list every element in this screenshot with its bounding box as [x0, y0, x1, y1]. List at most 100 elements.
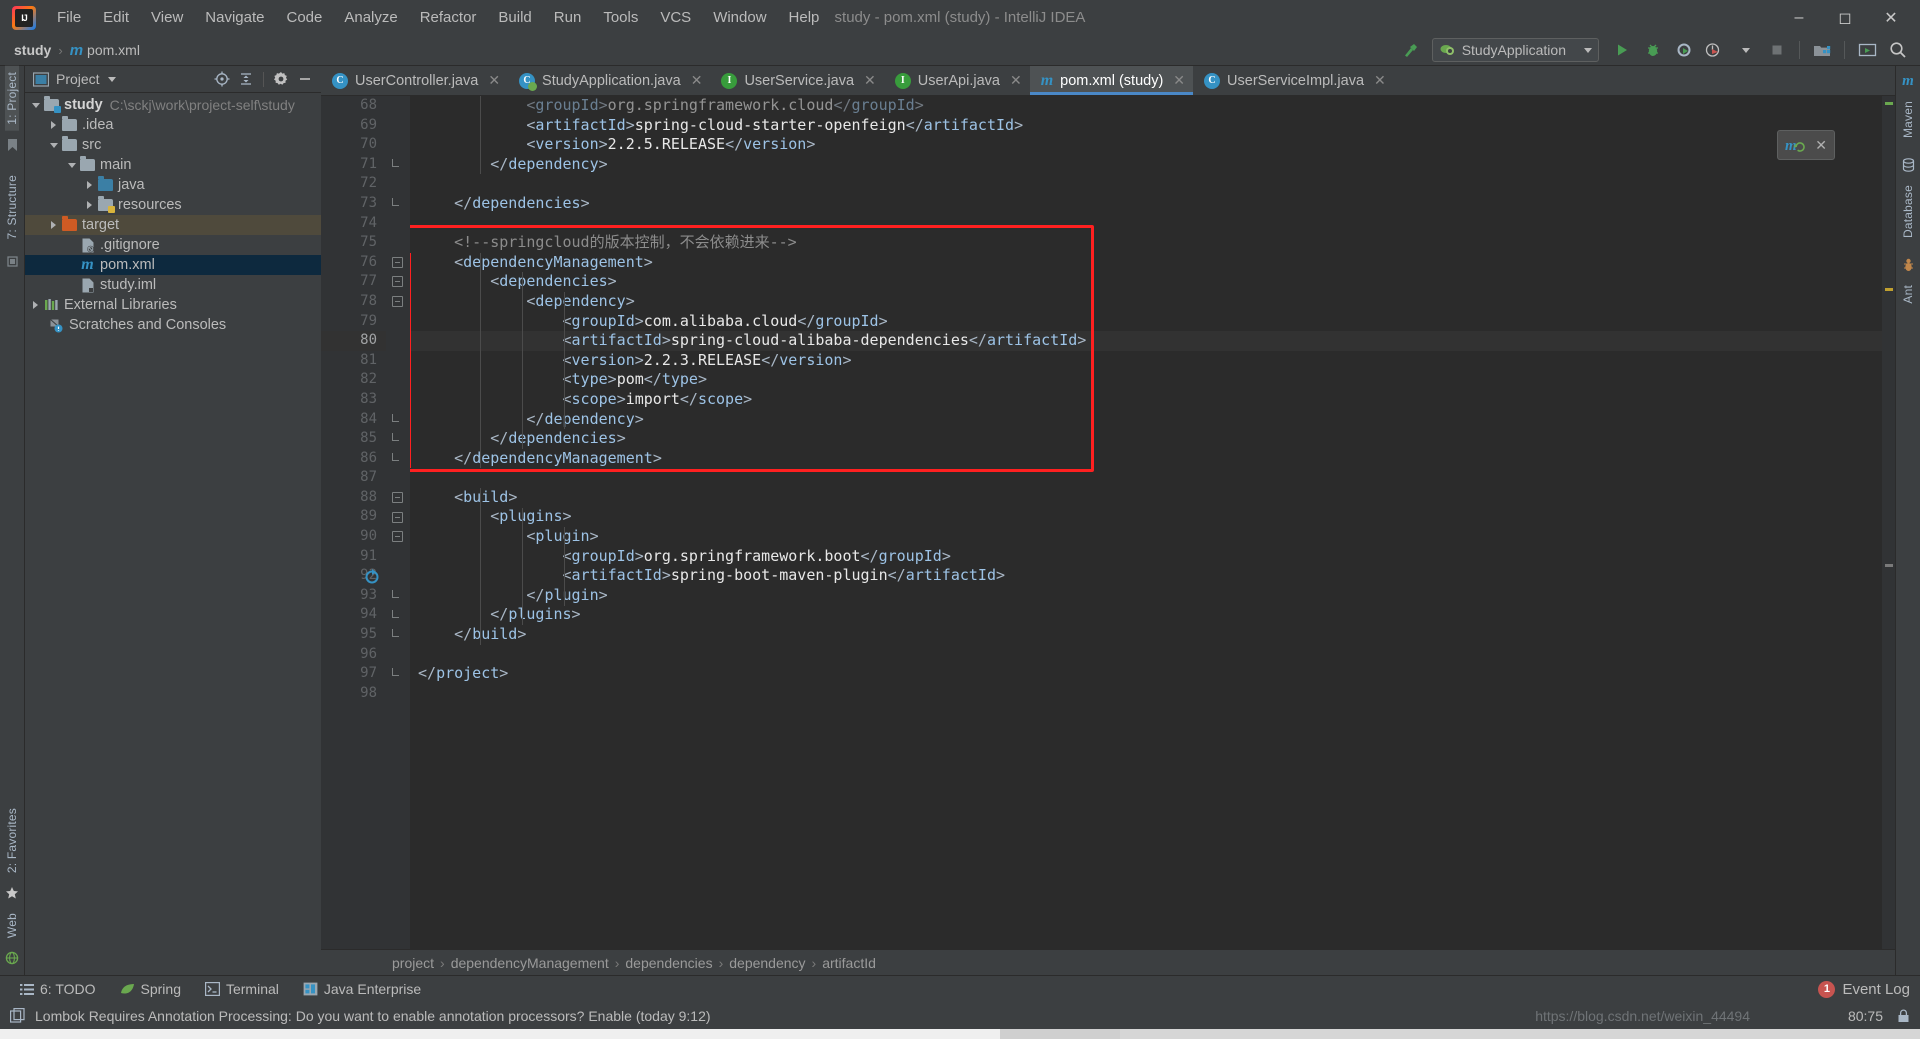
fold-end-icon[interactable] — [392, 433, 399, 442]
gear-icon[interactable] — [270, 68, 292, 90]
breadcrumb-dependencymanagement[interactable]: dependencyManagement — [445, 955, 615, 971]
profiler-icon[interactable] — [1701, 37, 1729, 63]
spring-bean-gutter-icon[interactable] — [364, 568, 380, 584]
tree-item-study[interactable]: study C:\sckj\work\project-self\study — [25, 95, 321, 115]
menu-build[interactable]: Build — [487, 5, 542, 30]
star-icon[interactable] — [2, 884, 22, 902]
tree-item-pom-xml[interactable]: m pom.xml — [25, 255, 321, 275]
code-line[interactable]: <artifactId>spring-cloud-starter-openfei… — [410, 116, 1895, 136]
fold-end-icon[interactable] — [392, 668, 399, 677]
menu-edit[interactable]: Edit — [92, 5, 140, 30]
chevron-down-icon[interactable] — [29, 102, 42, 108]
tree-item-resources[interactable]: resources — [25, 195, 321, 215]
maven-tool-icon[interactable]: m — [1898, 72, 1918, 90]
caret-position[interactable]: 80:75 — [1848, 1008, 1883, 1024]
tree-item-main[interactable]: main — [25, 155, 321, 175]
code-line[interactable]: </project> — [410, 664, 1895, 684]
tool-button-spring[interactable]: Spring — [110, 979, 191, 999]
tree-item-java[interactable]: java — [25, 175, 321, 195]
search-everywhere-icon[interactable] — [1884, 37, 1912, 63]
project-tree[interactable]: study C:\sckj\work\project-self\study .i… — [25, 93, 321, 975]
code-line[interactable]: <dependencies> — [410, 272, 1895, 292]
collapse-all-icon[interactable] — [235, 68, 257, 90]
code-line[interactable]: </dependencies> — [410, 194, 1895, 214]
code-line[interactable]: <version>2.2.3.RELEASE</version> — [410, 351, 1895, 371]
code-line[interactable]: </build> — [410, 625, 1895, 645]
tree-item-src[interactable]: src — [25, 135, 321, 155]
code-line[interactable] — [410, 645, 1895, 665]
fold-end-icon[interactable] — [392, 158, 399, 167]
code-line[interactable]: <groupId>com.alibaba.cloud</groupId> — [410, 312, 1895, 332]
tree-item-idea[interactable]: .idea — [25, 115, 321, 135]
bookmark-icon[interactable] — [2, 136, 22, 154]
code-line[interactable]: <scope>import</scope> — [410, 390, 1895, 410]
tab-studyapplication-java[interactable]: C StudyApplication.java ✕ — [508, 66, 710, 95]
menu-analyze[interactable]: Analyze — [333, 5, 408, 30]
code-line[interactable]: <artifactId>spring-boot-maven-plugin</ar… — [410, 566, 1895, 586]
hide-panel-icon[interactable] — [294, 68, 316, 90]
tool-button-web[interactable]: Web — [5, 907, 19, 944]
tree-item-external-libraries[interactable]: External Libraries — [25, 295, 321, 315]
event-log-label[interactable]: Event Log — [1842, 981, 1910, 998]
tool-button-database[interactable]: Database — [1901, 179, 1915, 244]
run-icon[interactable] — [1608, 37, 1636, 63]
menu-run[interactable]: Run — [543, 5, 593, 30]
tab-usercontroller-java[interactable]: C UserController.java ✕ — [321, 66, 508, 95]
globe-icon[interactable] — [2, 949, 22, 967]
menu-code[interactable]: Code — [275, 5, 333, 30]
tool-button-maven[interactable]: Maven — [1901, 95, 1915, 144]
fold-end-icon[interactable] — [392, 590, 399, 598]
code-line[interactable]: </plugins> — [410, 605, 1895, 625]
run-with-coverage-icon[interactable] — [1670, 37, 1698, 63]
fold-end-icon[interactable] — [392, 629, 399, 638]
close-icon[interactable]: ✕ — [488, 72, 500, 89]
code-line[interactable]: <!--springcloud的版本控制，不会依赖进来--> — [410, 233, 1895, 253]
tree-item-scratches[interactable]: Scratches and Consoles — [25, 315, 321, 335]
close-icon[interactable]: ✕ — [1010, 72, 1022, 89]
close-icon[interactable]: ✕ — [1374, 72, 1386, 89]
menu-help[interactable]: Help — [778, 5, 831, 30]
close-icon[interactable]: ✕ — [1173, 72, 1185, 89]
fold-collapse-icon[interactable] — [392, 276, 403, 288]
menu-navigate[interactable]: Navigate — [194, 5, 275, 30]
code-line[interactable]: </dependency> — [410, 155, 1895, 175]
fold-collapse-icon[interactable] — [392, 531, 403, 543]
fold-end-icon[interactable] — [392, 452, 399, 461]
nav-crumb-file[interactable]: m pom.xml — [64, 40, 146, 61]
menu-view[interactable]: View — [140, 5, 194, 30]
fold-end-icon[interactable] — [392, 609, 399, 618]
tool-button-structure[interactable]: 7: Structure — [5, 169, 19, 245]
database-icon[interactable] — [1898, 156, 1918, 174]
code-line[interactable]: </dependencies> — [410, 429, 1895, 449]
close-icon[interactable]: ✕ — [691, 72, 703, 89]
breadcrumb-dependency[interactable]: dependency — [723, 955, 811, 971]
stop-icon[interactable] — [1763, 37, 1791, 63]
fold-end-icon[interactable] — [392, 198, 399, 206]
ant-icon[interactable] — [1898, 256, 1918, 274]
code-line[interactable]: <plugins> — [410, 507, 1895, 527]
maven-popup-close-icon[interactable]: ✕ — [1815, 137, 1827, 154]
debug-icon[interactable] — [1639, 37, 1667, 63]
lock-icon[interactable] — [1897, 1009, 1910, 1023]
fold-end-icon[interactable] — [392, 413, 399, 422]
menu-file[interactable]: File — [46, 5, 92, 30]
tool-button-favorites[interactable]: 2: Favorites — [5, 802, 19, 879]
tree-item-gitignore[interactable]: .gitignore — [25, 235, 321, 255]
maven-reimport-popup[interactable]: m ✕ — [1777, 130, 1835, 160]
menu-vcs[interactable]: VCS — [649, 5, 702, 30]
chevron-down-icon[interactable] — [65, 162, 78, 168]
code-line[interactable] — [410, 174, 1895, 194]
tool-button-project[interactable]: 1: Project — [5, 66, 19, 131]
close-button[interactable]: ✕ — [1868, 1, 1914, 35]
fold-collapse-icon[interactable] — [392, 256, 403, 268]
tool-button-java-enterprise[interactable]: Java Enterprise — [293, 979, 431, 999]
chevron-right-icon[interactable] — [83, 181, 96, 189]
menu-tools[interactable]: Tools — [592, 5, 649, 30]
scroll-from-source-icon[interactable] — [211, 68, 233, 90]
marker-rail[interactable] — [1882, 96, 1895, 949]
tree-item-target[interactable]: target — [25, 215, 321, 235]
code-line[interactable]: </dependency> — [410, 410, 1895, 430]
project-structure-icon[interactable] — [1808, 37, 1836, 63]
code-line[interactable]: <build> — [410, 488, 1895, 508]
tab-userservice-java[interactable]: I UserService.java ✕ — [710, 66, 883, 95]
